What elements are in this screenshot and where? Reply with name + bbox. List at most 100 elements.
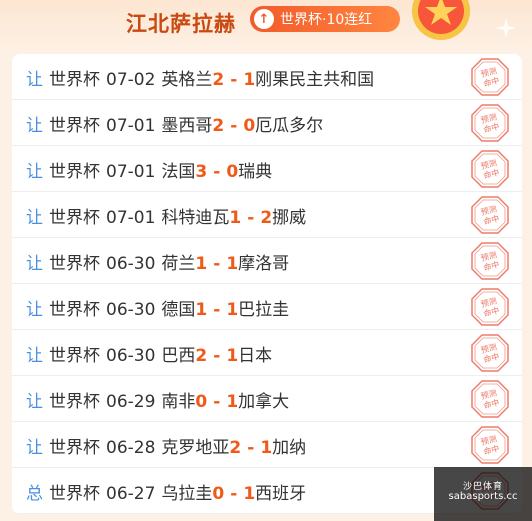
match-date: 06-30: [106, 346, 156, 366]
match-row[interactable]: 让世界杯 06-30 荷兰 1-1 摩洛哥 预测 命中: [12, 238, 522, 284]
bet-type-label: 总: [26, 484, 43, 504]
home-score: 2: [195, 346, 208, 366]
star-medal-icon: [412, 0, 470, 40]
bet-type-label: 让: [26, 392, 43, 412]
bet-type-label: 让: [26, 116, 43, 136]
prediction-hit-stamp-icon: 预测命中: [471, 58, 509, 96]
expert-name[interactable]: 江北萨拉赫: [126, 8, 236, 38]
away-score: 0: [226, 162, 239, 182]
bet-type-label: 让: [26, 438, 43, 458]
home-score: 1: [229, 208, 242, 228]
match-date: 06-30: [106, 300, 156, 320]
match-text: 让世界杯 07-01 科特迪瓦 1-2 挪威: [26, 203, 306, 228]
league-label: 世界杯: [49, 162, 100, 182]
score-separator: -: [247, 438, 255, 458]
bet-type-label: 让: [26, 70, 43, 90]
home-score: 0: [195, 392, 208, 412]
match-date: 07-02: [106, 70, 156, 90]
score-separator: -: [230, 70, 238, 90]
home-team: 克罗地亚: [161, 438, 230, 458]
match-date: 07-01: [106, 162, 156, 182]
away-team: 巴拉圭: [238, 300, 290, 320]
match-text: 让世界杯 06-29 南非 0-1 加拿大: [26, 387, 289, 412]
streak-label: 世界杯·10连红: [280, 12, 373, 28]
match-row[interactable]: 让世界杯 07-01 法国 3-0 瑞典 预测 命中: [12, 146, 522, 192]
home-team: 科特迪瓦: [161, 208, 230, 228]
away-team: 摩洛哥: [238, 254, 290, 274]
home-score: 1: [195, 254, 208, 274]
home-team: 巴西: [161, 346, 196, 366]
away-team: 瑞典: [238, 162, 273, 182]
away-team: 加纳: [272, 438, 307, 458]
streak-badge: ↑ 世界杯·10连红: [250, 6, 400, 32]
match-date: 07-01: [106, 116, 156, 136]
home-team: 南非: [161, 392, 196, 412]
match-row[interactable]: 让世界杯 06-28 克罗地亚 2-1 加纳 预测 命中: [12, 422, 522, 468]
score-separator: -: [213, 346, 221, 366]
match-row[interactable]: 让世界杯 07-01 墨西哥 2-0 厄瓜多尔 预测 命中: [12, 100, 522, 146]
bet-type-label: 让: [26, 300, 43, 320]
watermark: 沙巴体育 sabasports.cc: [434, 467, 532, 521]
home-team: 墨西哥: [161, 116, 213, 136]
league-label: 世界杯: [49, 116, 100, 136]
sparkle-icon: [496, 18, 516, 38]
prediction-hit-stamp-icon: 预测命中: [471, 380, 509, 418]
home-score: 2: [212, 70, 225, 90]
match-row[interactable]: 让世界杯 06-30 巴西 2-1 日本 预测 命中: [12, 330, 522, 376]
league-label: 世界杯: [49, 300, 100, 320]
away-score: 1: [243, 484, 256, 504]
away-score: 1: [226, 346, 239, 366]
match-text: 让世界杯 06-30 德国 1-1 巴拉圭: [26, 295, 289, 320]
away-team: 刚果民主共和国: [255, 70, 375, 90]
league-label: 世界杯: [49, 254, 100, 274]
up-arrow-icon: ↑: [254, 9, 274, 29]
prediction-hit-stamp-icon: 预测命中: [471, 242, 509, 280]
home-score: 2: [212, 116, 225, 136]
home-team: 荷兰: [161, 254, 196, 274]
away-team: 挪威: [272, 208, 307, 228]
league-label: 世界杯: [49, 438, 100, 458]
league-label: 世界杯: [49, 346, 100, 366]
score-separator: -: [230, 116, 238, 136]
away-score: 1: [226, 254, 239, 274]
match-row[interactable]: 让世界杯 07-02 英格兰 2-1 刚果民主共和国 预测 命中: [12, 54, 522, 100]
score-separator: -: [247, 208, 255, 228]
score-separator: -: [213, 162, 221, 182]
home-team: 德国: [161, 300, 196, 320]
away-team: 厄瓜多尔: [255, 116, 324, 136]
away-score: 1: [243, 70, 256, 90]
score-separator: -: [213, 254, 221, 274]
match-text: 让世界杯 06-28 克罗地亚 2-1 加纳: [26, 433, 306, 458]
prediction-hit-stamp-icon: 预测命中: [471, 104, 509, 142]
match-row[interactable]: 让世界杯 07-01 科特迪瓦 1-2 挪威 预测 命中: [12, 192, 522, 238]
prediction-hit-stamp-icon: 预测命中: [471, 150, 509, 188]
home-team: 法国: [161, 162, 196, 182]
match-date: 07-01: [106, 208, 156, 228]
match-date: 06-29: [106, 392, 156, 412]
home-score: 2: [229, 438, 242, 458]
match-row[interactable]: 让世界杯 06-30 德国 1-1 巴拉圭 预测 命中: [12, 284, 522, 330]
match-date: 06-27: [106, 484, 156, 504]
match-text: 总世界杯 06-27 乌拉圭 0-1 西班牙: [26, 479, 306, 504]
score-separator: -: [213, 392, 221, 412]
match-text: 让世界杯 06-30 巴西 2-1 日本: [26, 341, 272, 366]
score-separator: -: [230, 484, 238, 504]
away-team: 日本: [238, 346, 273, 366]
match-row[interactable]: 让世界杯 06-29 南非 0-1 加拿大 预测 命中: [12, 376, 522, 422]
league-label: 世界杯: [49, 208, 100, 228]
away-score: 0: [243, 116, 256, 136]
match-text: 让世界杯 06-30 荷兰 1-1 摩洛哥: [26, 249, 289, 274]
bet-type-label: 让: [26, 162, 43, 182]
match-text: 让世界杯 07-02 英格兰 2-1 刚果民主共和国: [26, 65, 374, 90]
watermark-bottom: sabasports.cc: [448, 491, 518, 502]
home-team: 乌拉圭: [161, 484, 213, 504]
away-score: 1: [260, 438, 273, 458]
prediction-hit-stamp-icon: 预测命中: [471, 288, 509, 326]
bet-type-label: 让: [26, 254, 43, 274]
match-date: 06-28: [106, 438, 156, 458]
match-text: 让世界杯 07-01 墨西哥 2-0 厄瓜多尔: [26, 111, 323, 136]
home-score: 0: [212, 484, 225, 504]
bet-type-label: 让: [26, 208, 43, 228]
home-score: 3: [195, 162, 208, 182]
score-separator: -: [213, 300, 221, 320]
